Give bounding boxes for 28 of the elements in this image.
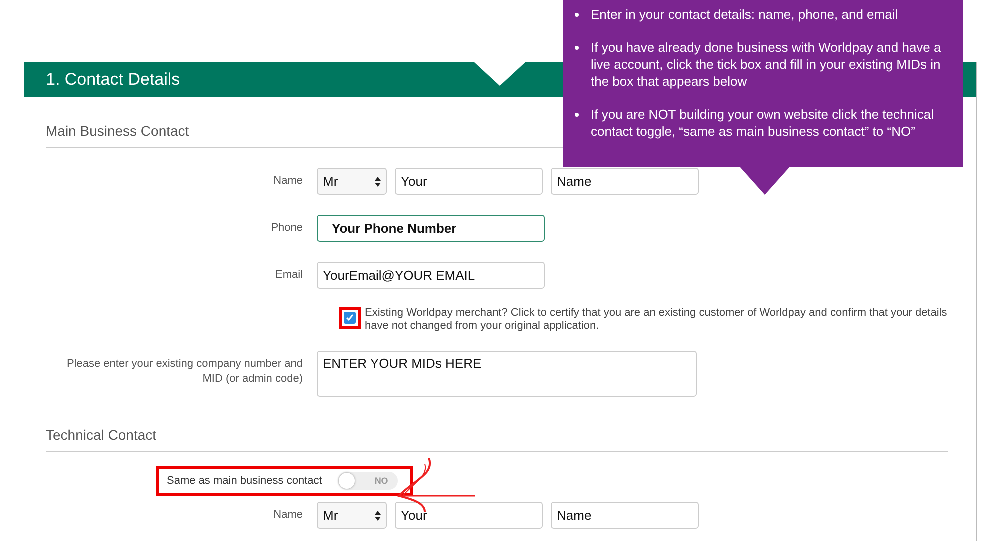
bullet-icon: [575, 46, 579, 50]
first-name-field[interactable]: Your: [395, 168, 543, 195]
phone-field[interactable]: Your Phone Number: [317, 215, 545, 242]
checkbox-label: Existing Worldpay merchant? Click to certify that you are an existing customer of Worldpay and confirm that your details have not changed from your original application.: [365, 307, 948, 333]
field-label: Email: [274, 268, 303, 283]
field-label: Please enter your existing company number and MID (or admin code): [66, 357, 303, 387]
instruction-text: If you have already done business with Worldpay and have a live account, click the tick box and fill in your existing MIDs in the box that appears below: [591, 39, 942, 90]
first-name-field[interactable]: Your: [395, 502, 543, 529]
section-title: 1. Contact Details: [46, 70, 180, 90]
bullet-icon: [575, 113, 579, 117]
bullet-icon: [575, 13, 579, 17]
checkbox[interactable]: [344, 312, 356, 324]
email-field[interactable]: YourEmail@YOUR EMAIL: [317, 262, 545, 289]
field-label: Phone: [270, 221, 303, 236]
title-select[interactable]: Mr: [317, 168, 387, 195]
mid-field[interactable]: ENTER YOUR MIDs HERE: [317, 351, 697, 397]
last-name-field[interactable]: Name: [551, 502, 699, 529]
caret-icon: [375, 176, 381, 186]
last-name-field[interactable]: Name: [551, 168, 699, 195]
field-label: Name: [272, 508, 303, 523]
subsection-heading: Technical Contact: [46, 397, 948, 452]
instruction-text: If you are NOT building your own website click the technical contact toggle, “same as main business contact” to “NO”: [591, 106, 935, 140]
caret-icon: [375, 510, 381, 520]
field-label: Name: [272, 174, 303, 189]
toggle-label: Same as main business contact: [167, 475, 322, 487]
title-select[interactable]: Mr: [317, 502, 387, 529]
header-notch: [474, 62, 526, 86]
instruction-text: Enter in your contact details: name, phone, and email: [591, 6, 898, 23]
